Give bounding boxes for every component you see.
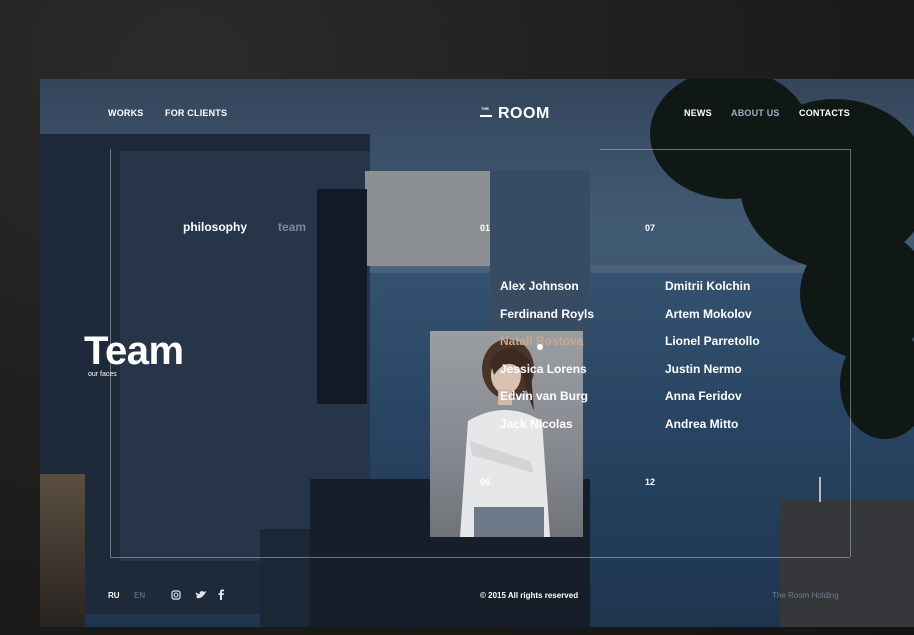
section-subtitle: our faces xyxy=(88,371,117,378)
facebook-icon[interactable] xyxy=(218,589,225,600)
team-member-name[interactable]: Dmitrii Kolchin xyxy=(665,279,750,293)
language-ru[interactable]: RU xyxy=(108,591,120,600)
page-number-start: 01 xyxy=(480,223,491,233)
hero-frame: WORKS FOR CLIENTS THE ROOM NEWS ABOUT US… xyxy=(40,79,914,627)
section-title: Team xyxy=(84,329,184,373)
subnav-team[interactable]: team xyxy=(278,220,306,234)
team-member-name[interactable]: Ferdinand Royls xyxy=(500,307,594,321)
team-member-name[interactable]: Jessica Lorens xyxy=(500,362,587,376)
team-member-name[interactable]: Alex Johnson xyxy=(500,279,579,293)
team-member-name[interactable]: Andrea Mitto xyxy=(665,417,738,431)
page-number-end: 12 xyxy=(645,477,656,487)
team-member-name[interactable]: Jack Nicolas xyxy=(500,417,573,431)
team-member-name[interactable]: Anna Feridov xyxy=(665,389,742,403)
team-member-name[interactable]: Justin Nermo xyxy=(665,362,742,376)
instagram-icon[interactable] xyxy=(171,590,181,600)
logo-the: THE xyxy=(481,106,489,111)
logo-bar xyxy=(480,115,492,117)
team-member-name[interactable]: Edvin van Burg xyxy=(500,389,588,403)
nav-contacts[interactable]: CONTACTS xyxy=(799,108,850,118)
team-member-name[interactable]: Artem Mokolov xyxy=(665,307,752,321)
nav-works[interactable]: WORKS xyxy=(108,108,144,118)
language-en[interactable]: EN xyxy=(134,591,145,600)
logo-room: ROOM xyxy=(498,105,550,122)
twitter-icon[interactable] xyxy=(195,590,207,600)
frame-line-bottom xyxy=(110,557,850,558)
copyright: © 2015 All rights reserved xyxy=(480,591,579,600)
credit-link[interactable]: The Room Holding xyxy=(772,591,839,600)
frame-line-right xyxy=(850,149,851,557)
nav-news[interactable]: NEWS xyxy=(684,108,712,118)
page-number-top-right: 07 xyxy=(645,223,656,233)
nav-about-us[interactable]: ABOUT US xyxy=(731,108,780,118)
cursor-icon xyxy=(537,344,543,350)
frame-line-top xyxy=(600,149,850,150)
team-member-name[interactable]: Lionel Parretollo xyxy=(665,334,760,348)
nav-for-clients[interactable]: FOR CLIENTS xyxy=(165,108,227,118)
page-number-bottom-left: 06 xyxy=(480,477,491,487)
subnav-philosophy[interactable]: philosophy xyxy=(183,220,247,234)
